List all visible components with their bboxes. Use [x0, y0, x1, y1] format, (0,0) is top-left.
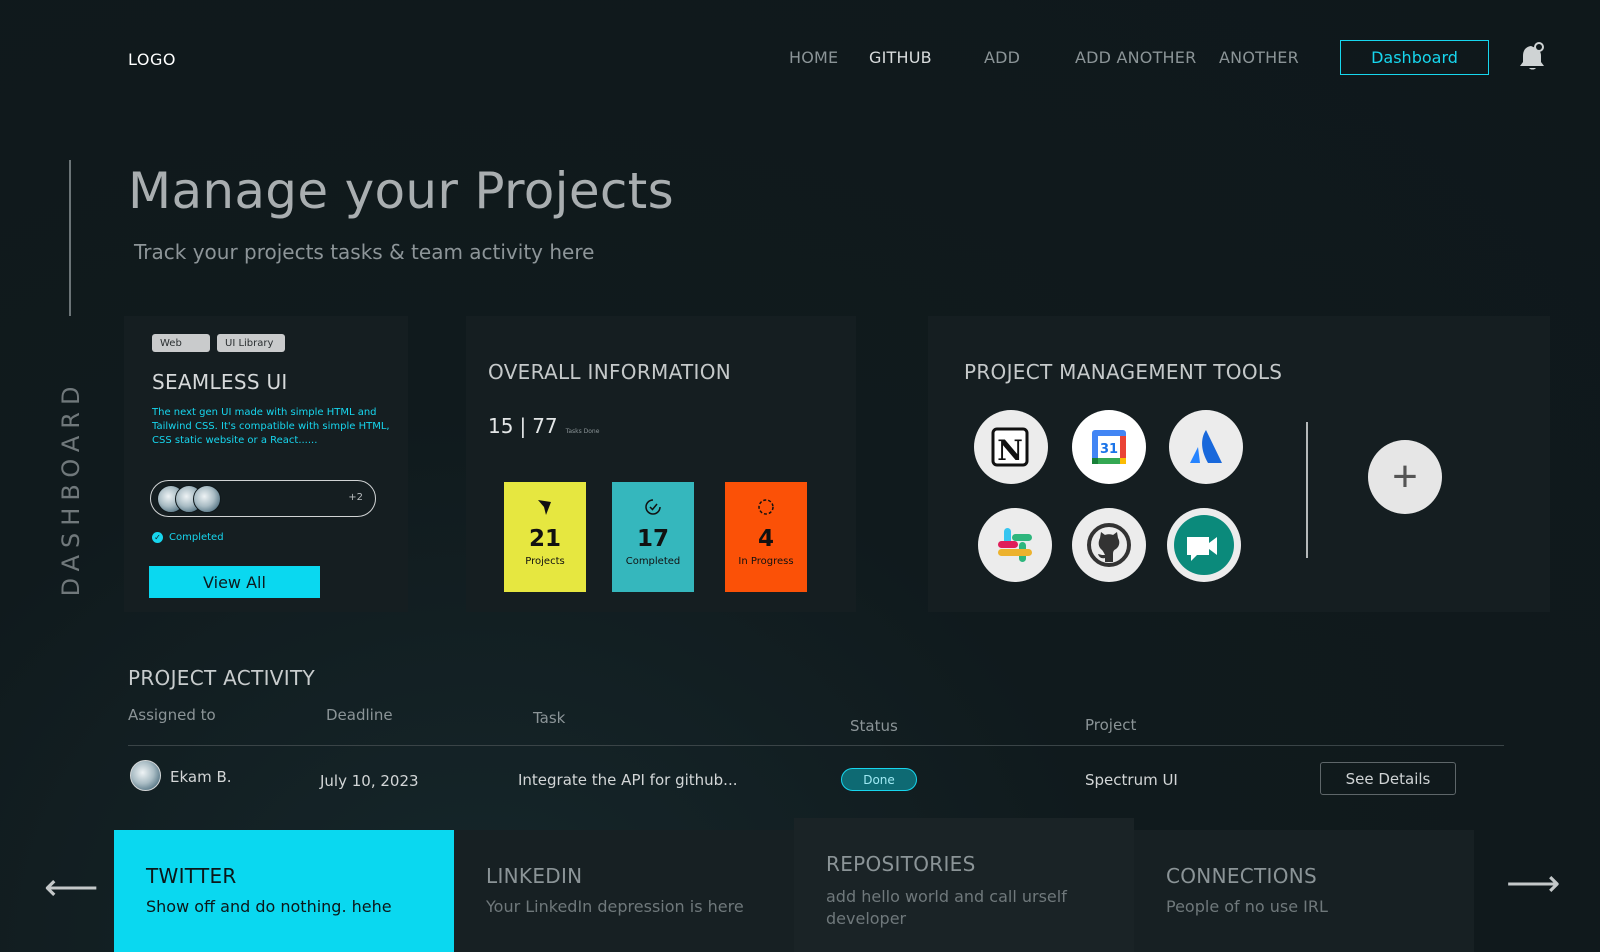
slide-twitter[interactable]: TWITTER Show off and do nothing. hehe — [114, 830, 454, 952]
nav-github[interactable]: GITHUB — [869, 48, 932, 67]
stat-in-progress[interactable]: 4 In Progress — [725, 482, 807, 592]
stat-projects[interactable]: 21 Projects — [504, 482, 586, 592]
sidebar-label: DASHBOARD — [57, 379, 85, 597]
stat-label: Projects — [525, 556, 565, 567]
assignee-name: Ekam B. — [170, 768, 232, 786]
slide-repositories[interactable]: REPOSITORIES add hello world and call ur… — [794, 818, 1134, 952]
slide-text: Show off and do nothing. hehe — [146, 897, 392, 916]
avatar — [130, 760, 161, 791]
slide-title: TWITTER — [146, 864, 237, 888]
tasks-total-count: 77 — [532, 414, 558, 438]
slack-icon[interactable] — [978, 508, 1052, 582]
page-title: Manage your Projects — [128, 162, 674, 220]
stat-value: 17 — [636, 526, 669, 552]
nav-home[interactable]: HOME — [789, 48, 838, 67]
avatar — [193, 485, 221, 513]
column-project: Project — [1085, 716, 1137, 734]
column-deadline: Deadline — [326, 706, 393, 724]
deadline: July 10, 2023 — [320, 772, 419, 790]
svg-text:N: N — [997, 434, 1023, 467]
nav-add[interactable]: ADD — [984, 48, 1020, 67]
extra-members-count: +2 — [348, 492, 363, 503]
slide-title: CONNECTIONS — [1166, 864, 1318, 888]
google-meet-icon[interactable] — [1167, 508, 1241, 582]
spinner-icon — [758, 499, 774, 515]
slide-title: REPOSITORIES — [826, 852, 976, 876]
slide-text: Your LinkedIn depression is here — [486, 897, 744, 916]
project-name: Spectrum UI — [1085, 771, 1178, 789]
project-card: Web UI Library SEAMLESS UI The next gen … — [124, 316, 408, 612]
dashboard-button[interactable]: Dashboard — [1340, 40, 1489, 75]
slide-title: LINKEDIN — [486, 864, 583, 888]
notion-icon[interactable]: N — [974, 410, 1048, 484]
nav-another[interactable]: ANOTHER — [1219, 48, 1299, 67]
google-calendar-icon[interactable]: 31 — [1072, 410, 1146, 484]
task: Integrate the API for github... — [518, 771, 738, 789]
side-divider — [69, 160, 71, 316]
project-description: The next gen UI made with simple HTML an… — [152, 407, 390, 446]
overall-title: OVERALL INFORMATION — [488, 360, 732, 384]
column-status: Status — [850, 717, 898, 735]
tasks-done-count: 15 — [488, 414, 514, 438]
project-title: SEAMLESS UI — [152, 370, 288, 394]
tag-ui-library[interactable]: UI Library — [217, 334, 285, 352]
status-badge: Done — [841, 768, 917, 791]
check-icon: ✓ — [152, 532, 163, 543]
tools-divider — [1306, 422, 1308, 558]
page-subtitle: Track your projects tasks & team activit… — [134, 240, 595, 264]
nav-add-another[interactable]: ADD ANOTHER — [1075, 48, 1196, 67]
next-arrow-icon[interactable]: ⟶ — [1506, 864, 1560, 902]
tasks-done-label: Tasks Done — [565, 428, 600, 435]
logo[interactable]: LOGO — [128, 50, 176, 69]
atlassian-icon[interactable] — [1169, 410, 1243, 484]
stat-value: 21 — [528, 526, 561, 552]
bell-icon[interactable] — [1518, 40, 1548, 72]
member-avatars[interactable]: +2 — [150, 480, 376, 517]
activity-title: PROJECT ACTIVITY — [128, 666, 315, 690]
status-completed: ✓ Completed — [152, 532, 224, 543]
github-icon[interactable] — [1072, 508, 1146, 582]
separator: | — [519, 414, 527, 438]
stat-label: In Progress — [738, 556, 794, 567]
stat-value: 4 — [757, 526, 774, 552]
view-all-button[interactable]: View All — [149, 566, 320, 598]
svg-text:31: 31 — [1100, 442, 1118, 457]
slide-text: People of no use IRL — [1166, 897, 1328, 916]
clock-check-icon — [645, 499, 661, 515]
tag-web[interactable]: Web — [152, 334, 210, 352]
tools-card: PROJECT MANAGEMENT TOOLS N 31 + — [928, 316, 1550, 612]
table-divider — [128, 745, 1504, 746]
column-task: Task — [533, 709, 566, 727]
slide-linkedin[interactable]: LINKEDIN Your LinkedIn depression is her… — [454, 830, 794, 952]
add-tool-button[interactable]: + — [1368, 440, 1442, 514]
status-label: Completed — [169, 532, 224, 543]
see-details-button[interactable]: See Details — [1320, 762, 1456, 795]
tools-title: PROJECT MANAGEMENT TOOLS — [964, 360, 1283, 384]
stat-label: Completed — [625, 556, 681, 567]
slide-text: add hello world and call urself develope… — [826, 887, 1067, 928]
tasks-done-summary: 15 | 77 Tasks Done — [488, 414, 599, 438]
stat-completed[interactable]: 17 Completed — [612, 482, 694, 592]
prev-arrow-icon[interactable]: ⟵ — [44, 868, 98, 906]
slide-connections[interactable]: CONNECTIONS People of no use IRL — [1134, 830, 1474, 952]
pen-nib-icon — [538, 500, 551, 515]
overall-info-card: OVERALL INFORMATION 15 | 77 Tasks Done 2… — [466, 316, 856, 612]
column-assigned: Assigned to — [128, 706, 216, 724]
